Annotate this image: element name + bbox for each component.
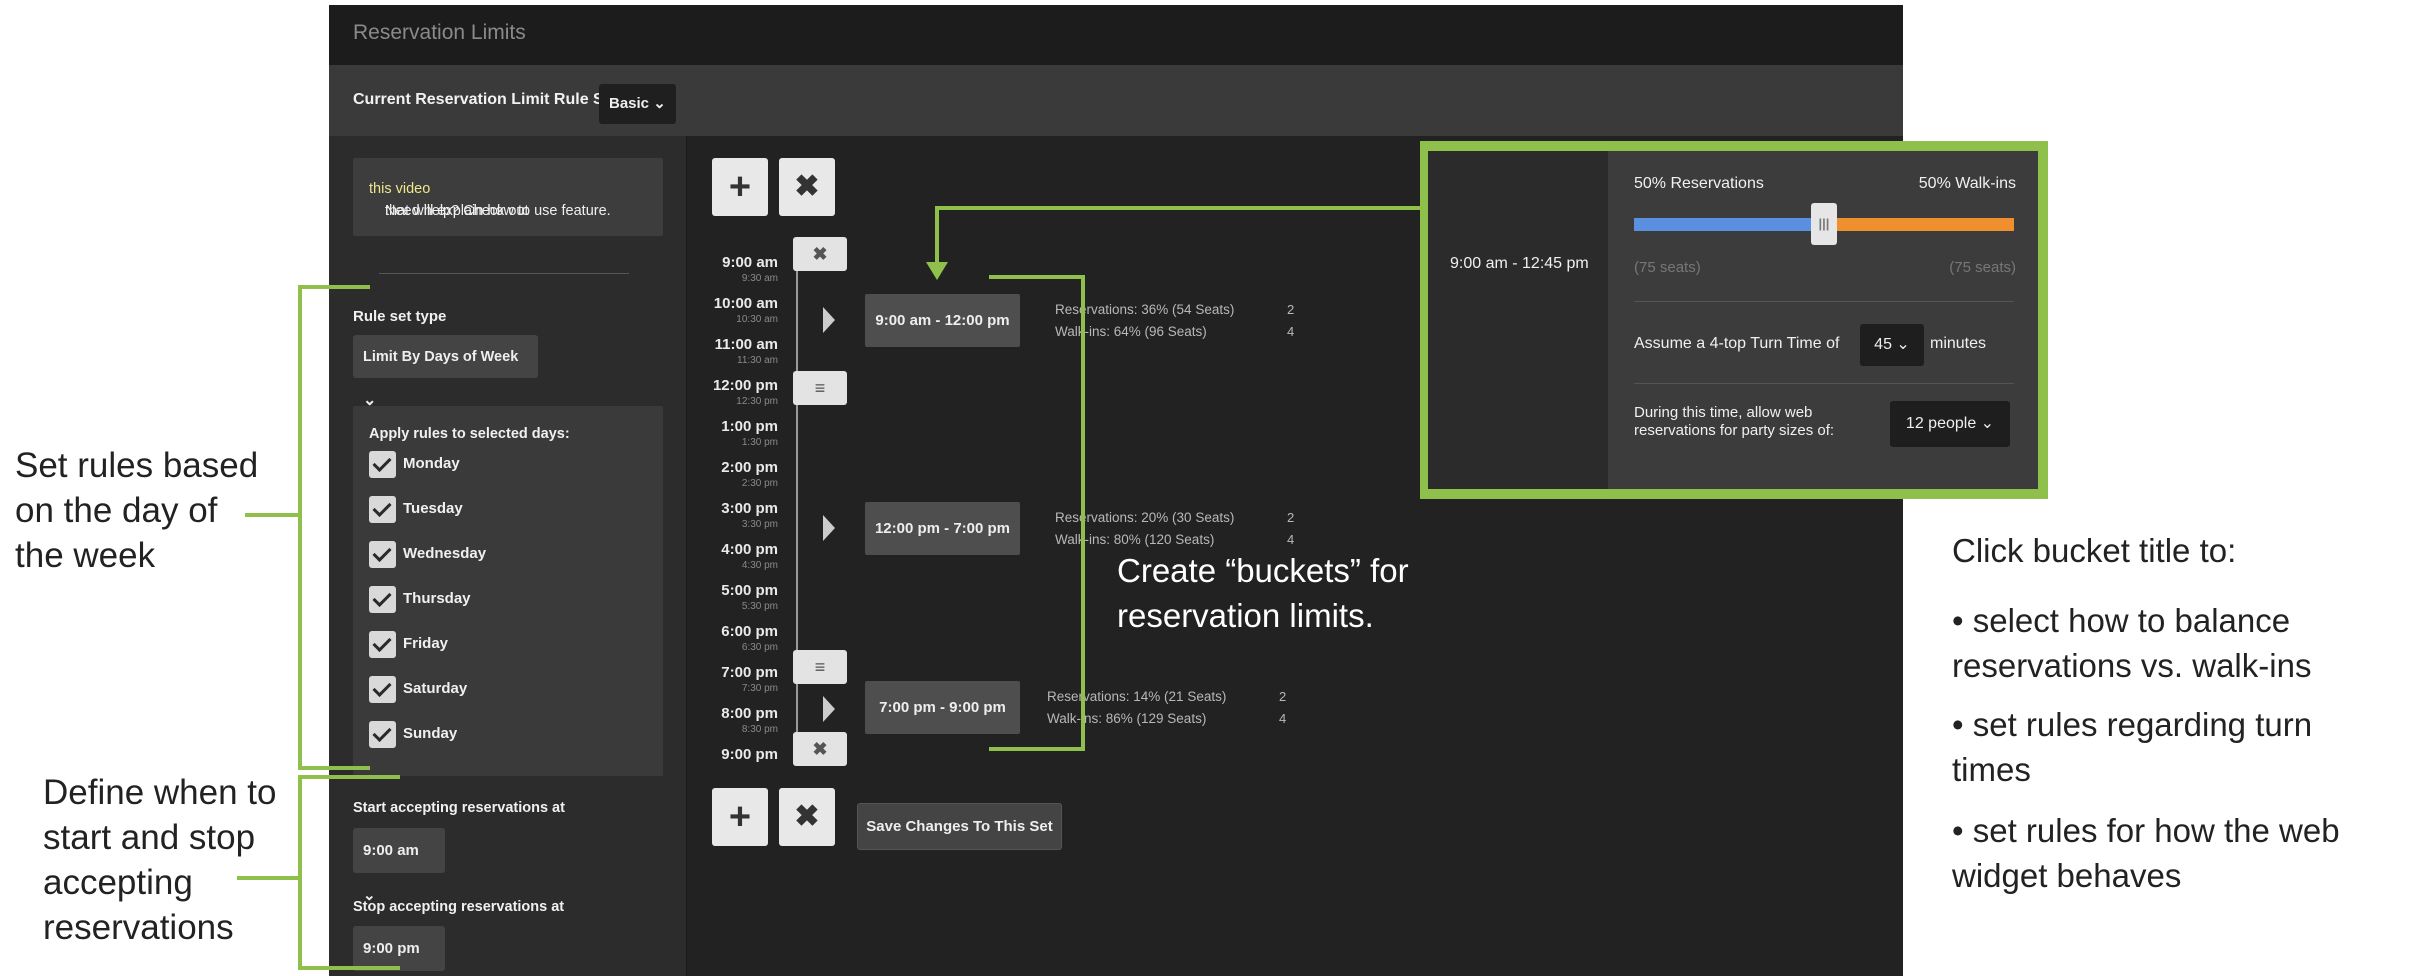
walkin-seats: (75 seats) — [1949, 259, 2016, 276]
chevron-down-icon: ⌄ — [1980, 415, 1995, 432]
annotation-bullet: • set rules regarding turn times — [1952, 702, 2312, 792]
annotation-line: reservation limits. — [1117, 597, 1374, 634]
turn-time-dropdown[interactable]: 45 ⌄ — [1860, 324, 1924, 366]
annotation-line: on the day of — [15, 491, 218, 530]
annotation-line: widget behaves — [1952, 857, 2182, 894]
walkins-percent: 50% Walk-ins — [1918, 175, 2016, 192]
chevron-down-icon: ⌄ — [1896, 336, 1910, 353]
annotation-line: Define when to — [43, 773, 277, 812]
annotation-line: times — [1952, 751, 2031, 788]
turn-time-value: 45 — [1874, 336, 1892, 353]
reservation-fill — [1634, 218, 1824, 231]
connector-arrowhead-icon — [926, 262, 948, 280]
buckets-bracket — [989, 275, 1085, 751]
annotation-line: reservations vs. walk-ins — [1952, 647, 2312, 684]
popup-connector — [935, 206, 1420, 266]
days-bracket — [298, 285, 370, 770]
party-size-label: During this time, allow web reservations… — [1634, 404, 1835, 439]
annotation-line: • select how to balance — [1952, 602, 2291, 639]
party-size-dropdown[interactable]: 12 people ⌄ — [1890, 401, 2010, 447]
annotation-line: accepting — [43, 863, 193, 902]
turn-time-suffix: minutes — [1930, 335, 1987, 352]
annotation-line: • set rules for how the web — [1952, 812, 2340, 849]
annotation-line: start and stop — [43, 818, 256, 857]
annotation-bullet: • select how to balance reservations vs.… — [1952, 598, 2311, 688]
popup-settings: 50% Reservations 50% Walk-ins ||| (75 se… — [1608, 151, 2038, 489]
annotation-line: • set rules regarding turn — [1952, 706, 2313, 743]
grip-icon: ||| — [1818, 216, 1830, 231]
annotation-buckets: Create “buckets” for reservation limits. — [1117, 548, 1409, 638]
annotation-line: Set rules based — [15, 446, 259, 485]
balance-slider-handle[interactable]: ||| — [1811, 203, 1837, 245]
annotation-bullet: • set rules for how the web widget behav… — [1952, 808, 2340, 898]
popup-body: 9:00 am - 12:45 pm 50% Reservations 50% … — [1428, 151, 2038, 489]
party-size-value: 12 people — [1905, 415, 1977, 432]
annotation-click-title: Click bucket title to: — [1952, 532, 2237, 569]
reservation-seats: (75 seats) — [1634, 259, 1701, 276]
popup-bucket-title[interactable]: 9:00 am - 12:45 pm — [1450, 255, 1589, 273]
annotation-line: reservations — [43, 908, 234, 947]
divider — [1634, 301, 2014, 302]
annotation-start-stop: Define when to start and stop accepting … — [43, 770, 276, 950]
turn-time-prefix: Assume a 4-top Turn Time of — [1634, 335, 1840, 352]
divider — [1634, 383, 2014, 384]
bucket-detail-popup: 9:00 am - 12:45 pm 50% Reservations 50% … — [1420, 141, 2048, 499]
annotation-line: Create “buckets” for — [1117, 552, 1409, 589]
reservations-percent: 50% Reservations — [1634, 175, 1764, 192]
annotation-days: Set rules based on the day of the week — [15, 443, 258, 578]
start-stop-bracket — [298, 775, 400, 970]
annotation-line: the week — [15, 536, 156, 575]
